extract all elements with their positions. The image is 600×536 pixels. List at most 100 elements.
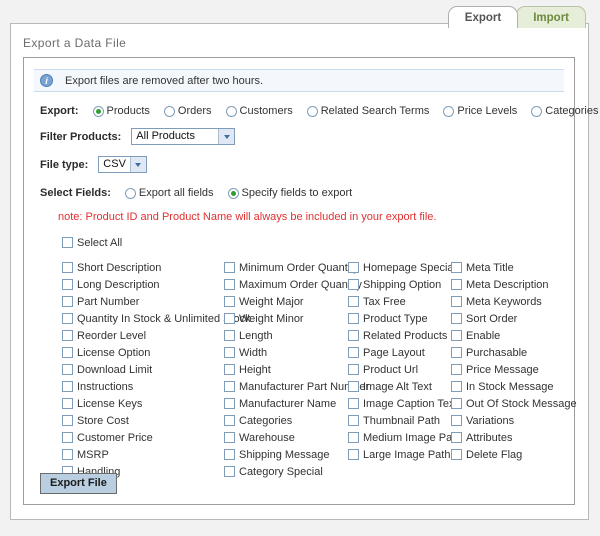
checkbox-manufacturer-part-number-control[interactable] [224, 381, 235, 392]
checkbox-short-description-control[interactable] [62, 262, 73, 273]
checkbox-image-caption-text-control[interactable] [348, 398, 359, 409]
radio-orders-control[interactable] [163, 105, 175, 117]
checkbox-meta-keywords[interactable]: Meta Keywords [451, 293, 577, 310]
checkbox-meta-title-control[interactable] [451, 262, 462, 273]
checkbox-out-of-stock-message-control[interactable] [451, 398, 462, 409]
checkbox-msrp[interactable]: MSRP [62, 446, 251, 463]
checkbox-related-products-control[interactable] [348, 330, 359, 341]
checkbox-maximum-order-quantity-control[interactable] [224, 279, 235, 290]
checkbox-long-description-control[interactable] [62, 279, 73, 290]
checkbox-homepage-special-control[interactable] [348, 262, 359, 273]
checkbox-reorder-level[interactable]: Reorder Level [62, 327, 251, 344]
checkbox-short-description[interactable]: Short Description [62, 259, 251, 276]
checkbox-category-special[interactable]: Category Special [224, 463, 369, 480]
checkbox-warehouse-control[interactable] [224, 432, 235, 443]
radio-categories-control[interactable] [531, 105, 543, 117]
checkbox-meta-description-control[interactable] [451, 279, 462, 290]
checkbox-shipping-option[interactable]: Shipping Option [348, 276, 461, 293]
checkbox-part-number[interactable]: Part Number [62, 293, 251, 310]
checkbox-thumbnail-path-control[interactable] [348, 415, 359, 426]
checkbox-weight-minor-control[interactable] [224, 313, 235, 324]
file-type-select[interactable]: CSV [98, 156, 147, 173]
checkbox-license-keys-control[interactable] [62, 398, 73, 409]
checkbox-store-cost[interactable]: Store Cost [62, 412, 251, 429]
checkbox-manufacturer-name-control[interactable] [224, 398, 235, 409]
radio-export-all-fields-control[interactable] [124, 187, 136, 199]
checkbox-instructions[interactable]: Instructions [62, 378, 251, 395]
checkbox-product-url-control[interactable] [348, 364, 359, 375]
checkbox-enable-control[interactable] [451, 330, 462, 341]
checkbox-instructions-control[interactable] [62, 381, 73, 392]
checkbox-sort-order-control[interactable] [451, 313, 462, 324]
checkbox-sort-order[interactable]: Sort Order [451, 310, 577, 327]
filter-products-select[interactable]: All Products [131, 128, 236, 145]
checkbox-store-cost-control[interactable] [62, 415, 73, 426]
checkbox-height-control[interactable] [224, 364, 235, 375]
checkbox-product-url[interactable]: Product Url [348, 361, 461, 378]
export-file-button[interactable]: Export File [40, 473, 117, 494]
checkbox-delete-flag-control[interactable] [451, 449, 462, 460]
checkbox-customer-price[interactable]: Customer Price [62, 429, 251, 446]
checkbox-page-layout-control[interactable] [348, 347, 359, 358]
checkbox-minimum-order-quantity-control[interactable] [224, 262, 235, 273]
checkbox-large-image-path-control[interactable] [348, 449, 359, 460]
checkbox-attributes-control[interactable] [451, 432, 462, 443]
checkbox-in-stock-message-control[interactable] [451, 381, 462, 392]
checkbox-length-control[interactable] [224, 330, 235, 341]
radio-products-control[interactable] [92, 105, 104, 117]
checkbox-product-type-control[interactable] [348, 313, 359, 324]
checkbox-meta-description[interactable]: Meta Description [451, 276, 577, 293]
checkbox-msrp-control[interactable] [62, 449, 73, 460]
checkbox-category-special-control[interactable] [224, 466, 235, 477]
radio-price-levels-control[interactable] [443, 105, 455, 117]
checkbox-medium-image-path-control[interactable] [348, 432, 359, 443]
checkbox-shipping-option-control[interactable] [348, 279, 359, 290]
checkbox-large-image-path[interactable]: Large Image Path [348, 446, 461, 463]
radio-categories[interactable]: Categories [531, 105, 598, 117]
checkbox-purchasable[interactable]: Purchasable [451, 344, 577, 361]
checkbox-customer-price-control[interactable] [62, 432, 73, 443]
checkbox-attributes[interactable]: Attributes [451, 429, 577, 446]
checkbox-image-alt-text[interactable]: Image Alt Text [348, 378, 461, 395]
checkbox-thumbnail-path[interactable]: Thumbnail Path [348, 412, 461, 429]
checkbox-shipping-message-control[interactable] [224, 449, 235, 460]
checkbox-reorder-level-control[interactable] [62, 330, 73, 341]
checkbox-price-message-control[interactable] [451, 364, 462, 375]
checkbox-tax-free-control[interactable] [348, 296, 359, 307]
checkbox-weight-major-control[interactable] [224, 296, 235, 307]
radio-specify-fields-control[interactable] [227, 187, 239, 199]
checkbox-categories-control[interactable] [224, 415, 235, 426]
checkbox-license-keys[interactable]: License Keys [62, 395, 251, 412]
radio-price-levels[interactable]: Price Levels [443, 105, 517, 117]
checkbox-homepage-special[interactable]: Homepage Special [348, 259, 461, 276]
checkbox-quantity-in-stock-and-unlimited-stock-control[interactable] [62, 313, 73, 324]
checkbox-related-products[interactable]: Related Products [348, 327, 461, 344]
radio-customers[interactable]: Customers [225, 105, 293, 117]
checkbox-product-type[interactable]: Product Type [348, 310, 461, 327]
checkbox-out-of-stock-message[interactable]: Out Of Stock Message [451, 395, 577, 412]
chevron-down-icon[interactable] [218, 129, 235, 144]
radio-related-search-terms[interactable]: Related Search Terms [306, 105, 429, 117]
radio-specify-fields[interactable]: Specify fields to export [227, 187, 352, 199]
checkbox-meta-title[interactable]: Meta Title [451, 259, 577, 276]
checkbox-license-option-control[interactable] [62, 347, 73, 358]
checkbox-select-all[interactable]: Select All [62, 234, 574, 251]
radio-products[interactable]: Products [92, 105, 150, 117]
checkbox-download-limit-control[interactable] [62, 364, 73, 375]
tab-import[interactable]: Import [516, 6, 586, 28]
radio-customers-control[interactable] [225, 105, 237, 117]
tab-export[interactable]: Export [447, 6, 519, 28]
checkbox-quantity-in-stock-and-unlimited-stock[interactable]: Quantity In Stock & Unlimited Stock [62, 310, 251, 327]
radio-export-all-fields[interactable]: Export all fields [124, 187, 214, 199]
checkbox-purchasable-control[interactable] [451, 347, 462, 358]
checkbox-download-limit[interactable]: Download Limit [62, 361, 251, 378]
radio-related-search-terms-control[interactable] [306, 105, 318, 117]
checkbox-width-control[interactable] [224, 347, 235, 358]
checkbox-long-description[interactable]: Long Description [62, 276, 251, 293]
checkbox-in-stock-message[interactable]: In Stock Message [451, 378, 577, 395]
checkbox-price-message[interactable]: Price Message [451, 361, 577, 378]
checkbox-medium-image-path[interactable]: Medium Image Path [348, 429, 461, 446]
checkbox-image-caption-text[interactable]: Image Caption Text [348, 395, 461, 412]
checkbox-part-number-control[interactable] [62, 296, 73, 307]
checkbox-delete-flag[interactable]: Delete Flag [451, 446, 577, 463]
